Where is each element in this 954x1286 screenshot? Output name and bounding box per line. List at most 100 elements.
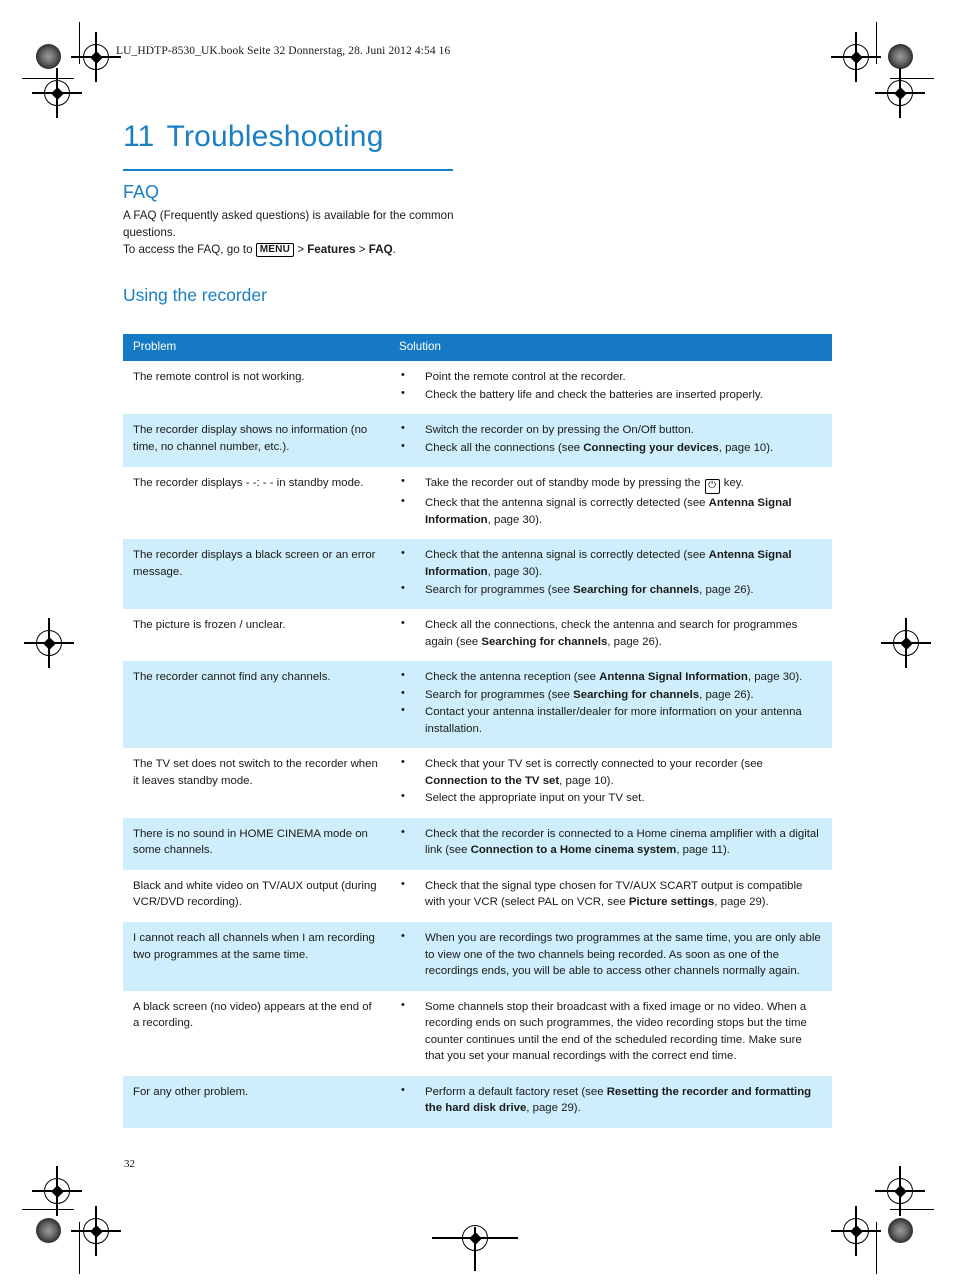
solution-bullet: Switch the recorder on by pressing the O… [399,421,822,439]
troubleshooting-table: Problem Solution The remote control is n… [123,334,832,1128]
faq-paragraph-line1: A FAQ (Frequently asked questions) is av… [123,208,454,222]
solution-bullet: When you are recordings two programmes a… [399,929,822,980]
faq-path-features: Features [307,242,356,256]
cross-reference: Antenna Signal Information [425,549,792,578]
solution-list: Switch the recorder on by pressing the O… [399,421,822,457]
table-cell-solution: Take the recorder out of standby mode by… [389,467,832,540]
solution-bullet: Check that the antenna signal is correct… [399,494,822,528]
column-header-problem: Problem [123,334,389,362]
column-header-solution: Solution [389,334,832,362]
crosshair-bl-v [95,1206,97,1256]
trim-line-bottom-left-horizontal [22,1209,74,1211]
cross-reference: Connection to a Home cinema system [470,844,677,857]
document-page: LU_HDTP-8530_UK.book Seite 32 Donnerstag… [0,0,954,1286]
cross-reference: Antenna Signal Information [425,497,792,526]
table-row: For any other problem. Perform a default … [123,1075,832,1128]
table-cell-solution: Check all the connections, check the ant… [389,609,832,662]
table-cell-solution: Check that the signal type chosen for TV… [389,869,832,922]
crosshair-top-right-v [855,32,857,82]
solution-bullet: Check that your TV set is correctly conn… [399,755,822,789]
solution-bullet: Point the remote control at the recorder… [399,368,822,386]
solution-bullet: Check all the connections (see Connectin… [399,439,822,457]
table-cell-solution: Point the remote control at the recorder… [389,361,832,415]
solution-list: Check the antenna reception (see Antenna… [399,668,822,737]
table-cell-solution: Perform a default factory reset (see Res… [389,1075,832,1128]
table-header-row: Problem Solution [123,334,832,362]
table-row: The TV set does not switch to the record… [123,748,832,818]
solution-list: When you are recordings two programmes a… [399,929,822,980]
cross-reference: Picture settings [628,896,715,909]
registration-dot-bottom-left [36,1218,61,1243]
table-body: The remote control is not working. Point … [123,361,832,1128]
trim-line-top-left-horizontal [22,78,74,80]
solution-bullet: Search for programmes (see Searching for… [399,686,822,704]
crosshair-mid-right-v [905,618,907,668]
solution-list: Check that the antenna signal is correct… [399,546,822,599]
page-content: 11 Troubleshooting FAQ A FAQ (Frequently … [123,120,835,1128]
table-cell-problem: There is no sound in HOME CINEMA mode on… [123,817,389,870]
table-cell-problem: The TV set does not switch to the record… [123,748,389,818]
crosshair-bl-inner-v [56,1166,58,1216]
faq-period: . [392,242,396,256]
faq-access-prefix: To access the FAQ, go to [123,242,256,256]
crosshair-mid-left-v [48,618,50,668]
table-cell-solution: Some channels stop their broadcast with … [389,990,832,1076]
table-row: The recorder displays a black screen or … [123,539,832,610]
trim-line-top-right-vertical [876,22,878,64]
table-row: The recorder displays - -: - - in standb… [123,467,832,540]
crosshair-corner-tl-v [56,68,58,118]
solution-bullet: Search for programmes (see Searching for… [399,581,822,599]
trim-line-top-left-vertical [79,22,81,64]
table-cell-problem: A black screen (no video) appears at the… [123,990,389,1076]
crosshair-top-left-v [95,32,97,82]
table-cell-solution: Switch the recorder on by pressing the O… [389,414,832,468]
solution-bullet: Take the recorder out of standby mode by… [399,474,822,495]
solution-bullet: Select the appropriate input on your TV … [399,789,822,807]
table-cell-problem: I cannot reach all channels when I am re… [123,921,389,991]
solution-bullet: Check the battery life and check the bat… [399,386,822,404]
solution-list: Check that the signal type chosen for TV… [399,877,822,911]
solution-list: Check that your TV set is correctly conn… [399,755,822,807]
solution-bullet: Check all the connections, check the ant… [399,616,822,650]
power-key-icon: ⏻ [704,479,720,495]
registration-dot-top-left [36,44,61,69]
page-number: 32 [124,1158,135,1170]
table-cell-problem: The recorder displays a black screen or … [123,539,389,610]
table-row: The remote control is not working. Point … [123,361,832,415]
section-heading-using-the-recorder: Using the recorder [123,285,267,306]
table-cell-solution: Check the antenna reception (see Antenna… [389,661,832,749]
solution-list: Point the remote control at the recorder… [399,368,822,404]
table-cell-problem: The remote control is not working. [123,361,389,415]
menu-key-icon: MENU [255,242,294,258]
crosshair-bc-v [474,1227,476,1271]
cross-reference: Searching for channels [573,583,700,596]
table-cell-problem: The recorder cannot find any channels. [123,661,389,749]
solution-bullet: Some channels stop their broadcast with … [399,998,822,1065]
trim-line-top-right-horizontal [890,78,934,80]
registration-dot-bottom-right [888,1218,913,1243]
table-cell-solution: When you are recordings two programmes a… [389,921,832,991]
table-cell-problem: The picture is frozen / unclear. [123,609,389,662]
table-row: Black and white video on TV/AUX output (… [123,869,832,922]
solution-bullet: Check that the signal type chosen for TV… [399,877,822,911]
solution-list: Check all the connections, check the ant… [399,616,822,650]
solution-list: Check that the recorder is connected to … [399,825,822,859]
solution-list: Some channels stop their broadcast with … [399,998,822,1065]
faq-paragraph: A FAQ (Frequently asked questions) is av… [123,208,463,258]
cross-reference: Connecting your devices [583,441,719,454]
cross-reference: Searching for channels [573,688,700,701]
solution-bullet: Check the antenna reception (see Antenna… [399,668,822,686]
table-cell-solution: Check that your TV set is correctly conn… [389,748,832,818]
table-cell-solution: Check that the antenna signal is correct… [389,539,832,610]
table-row: I cannot reach all channels when I am re… [123,921,832,991]
table-cell-problem: For any other problem. [123,1075,389,1128]
cross-reference: Antenna Signal Information [599,671,748,684]
cross-reference: Resetting the recorder and formatting th… [425,1085,812,1115]
table-row: There is no sound in HOME CINEMA mode on… [123,817,832,870]
faq-sep-2: > [355,242,369,256]
registration-dot-top-right [888,44,913,69]
crosshair-corner-tr-v [899,68,901,118]
table-cell-solution: Check that the recorder is connected to … [389,817,832,870]
solution-list: Take the recorder out of standby mode by… [399,474,822,528]
cross-reference: Connection to the TV set [425,774,560,787]
